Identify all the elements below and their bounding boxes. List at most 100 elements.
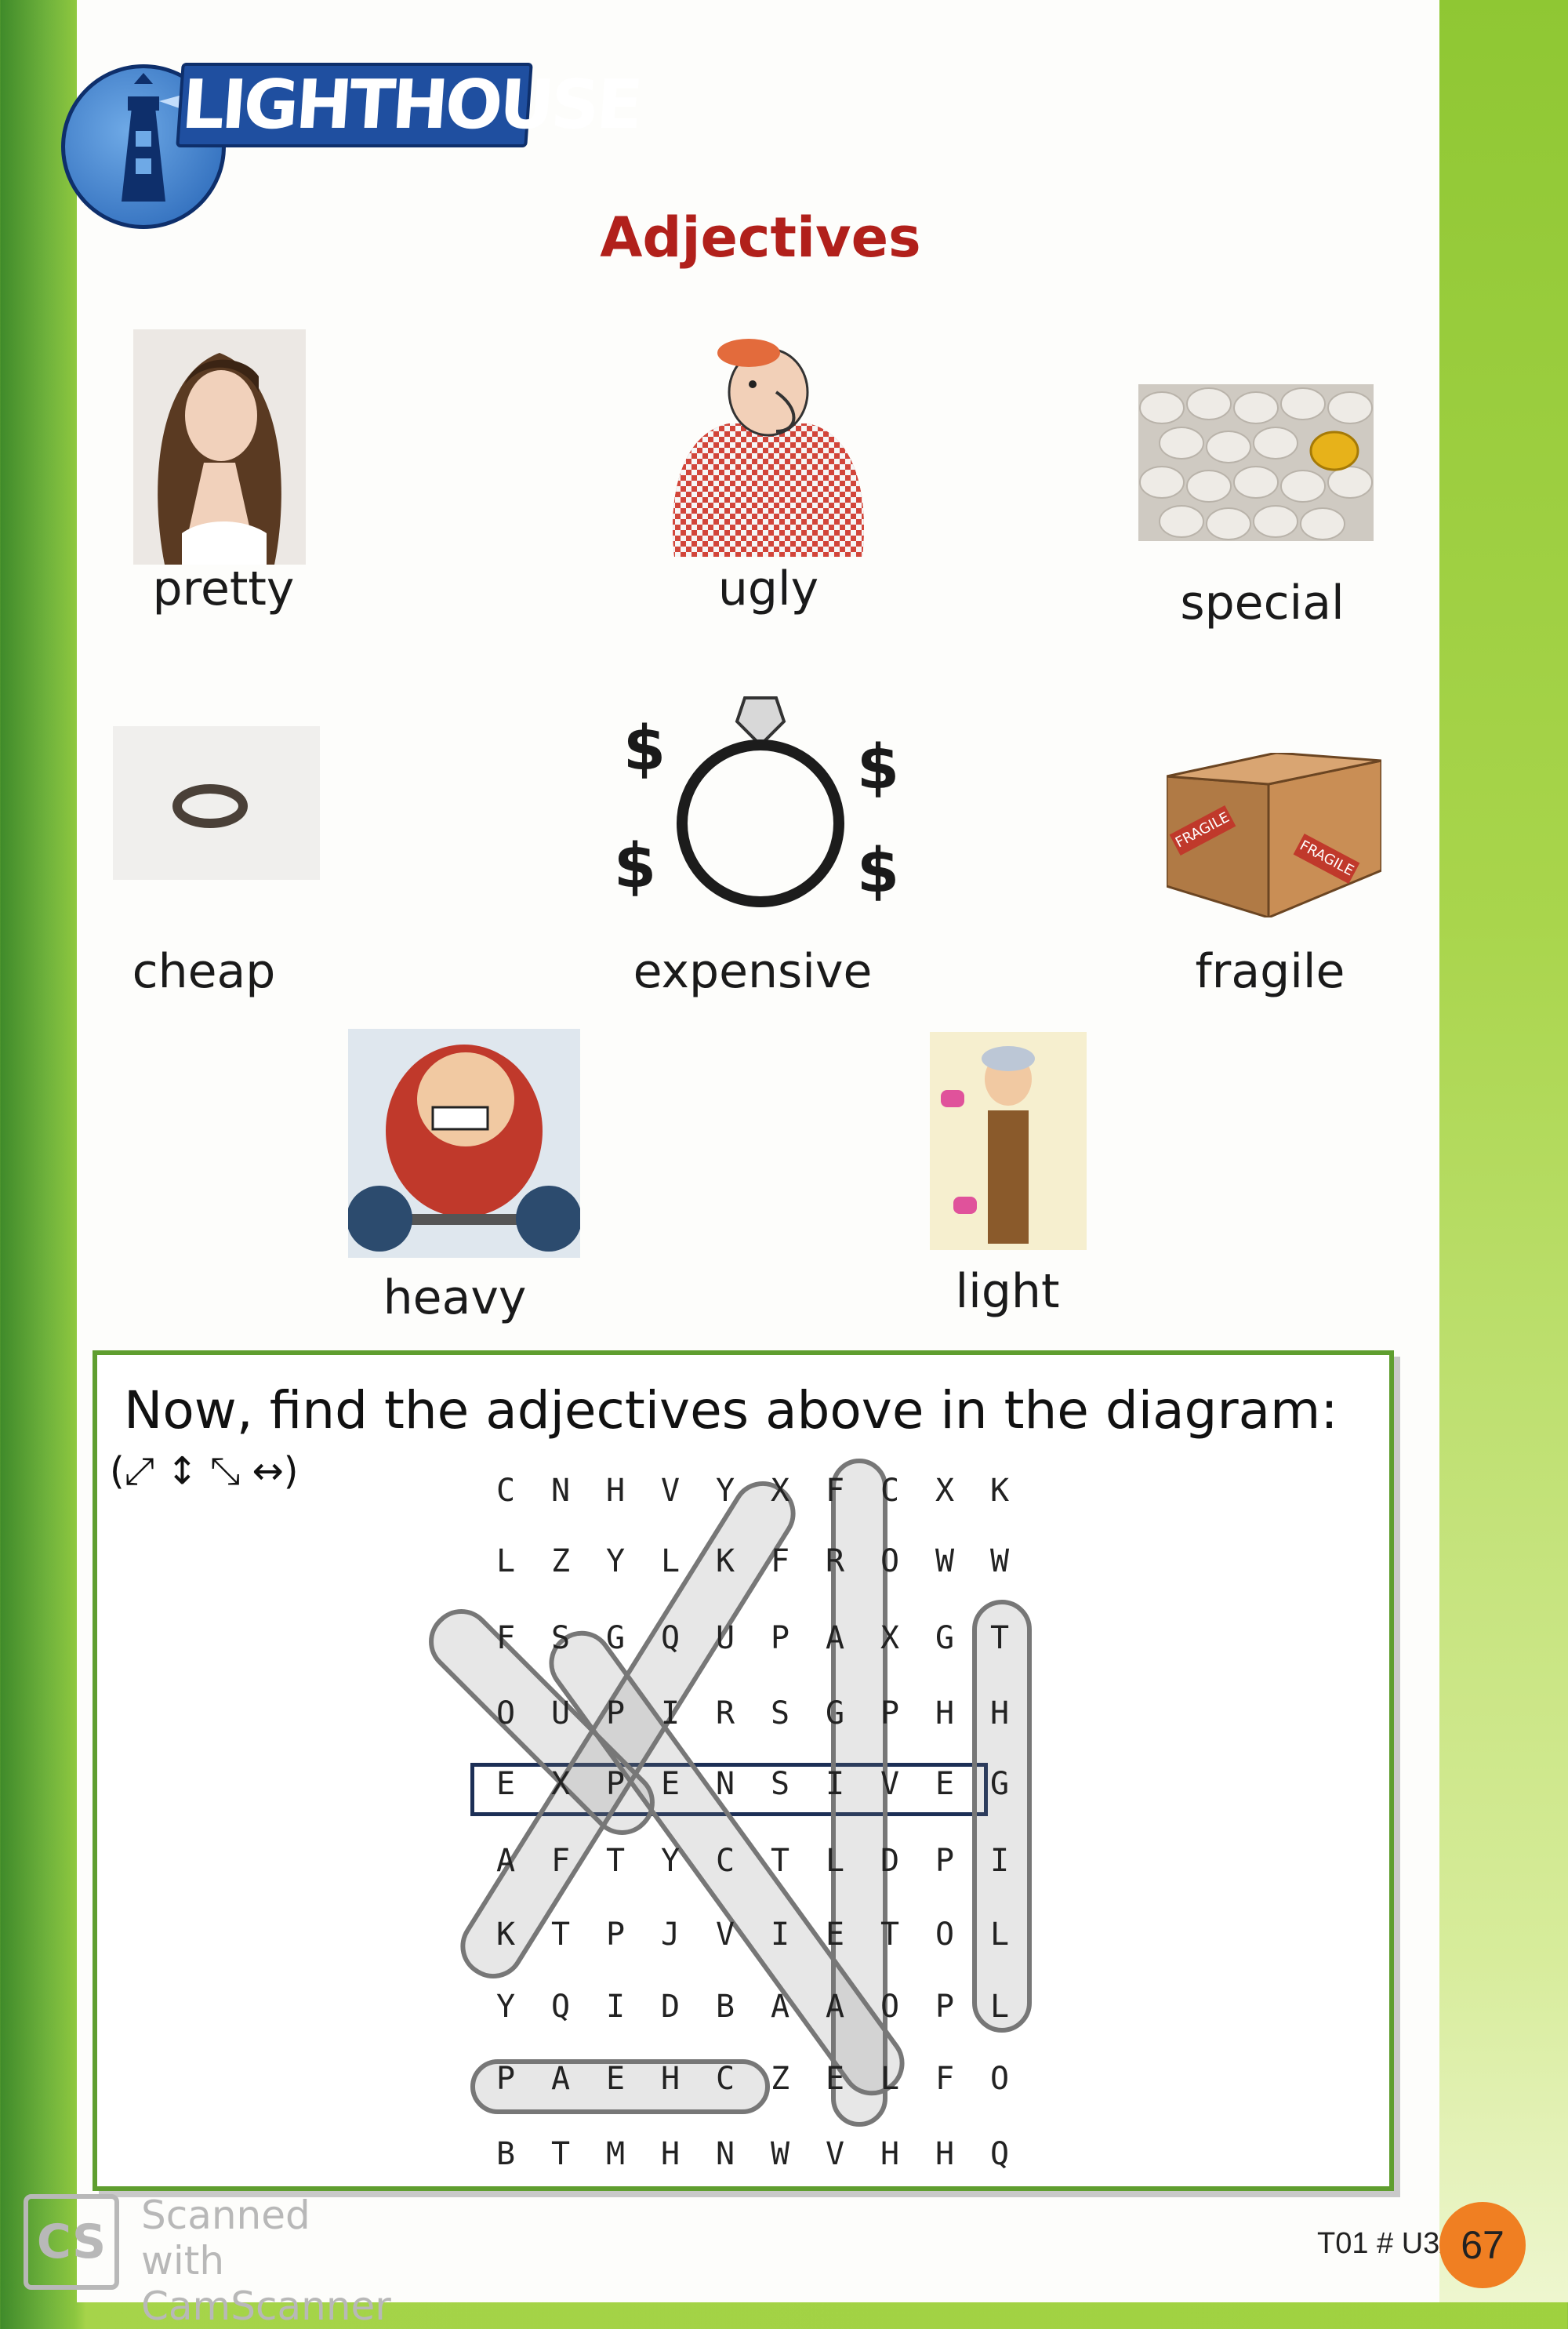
grid-letter: F [495,1620,516,1656]
grid-letter: H [660,2136,681,2172]
grid-letter: W [770,2136,790,2172]
grid-letter: F [935,2061,955,2097]
grid-letter: L [880,2061,900,2097]
grid-letter: R [715,1695,735,1731]
grid-letter: Y [495,1989,516,2025]
grid-letter: S [550,1620,571,1656]
grid-letter: V [715,1917,735,1953]
grid-letter: F [550,1843,571,1879]
grid-letter: D [660,1989,681,2025]
grid-letter: K [989,1473,1010,1509]
watermark-line-1: Scanned with [141,2193,310,2284]
grid-letter: I [989,1843,1010,1879]
grid-letter: G [989,1766,1010,1802]
grid-letter: E [825,1917,845,1953]
pretty-woman-picture [133,329,306,565]
dollar-sign-3: $ [613,831,657,902]
cheap-ring-picture [113,726,320,880]
grid-letter: S [770,1766,790,1802]
grid-letter: F [825,1473,845,1509]
grid-letter: X [770,1473,790,1509]
grid-letter: Z [550,1543,571,1579]
grid-letter: H [935,1695,955,1731]
grid-letter: L [825,1843,845,1879]
grid-letter: W [989,1543,1010,1579]
grid-letter: J [660,1917,681,1953]
page-title: Adjectives [600,205,921,270]
grid-letter: T [989,1620,1010,1656]
grid-letter: N [550,1473,571,1509]
grid-letter: T [550,1917,571,1953]
grid-letter: E [825,2061,845,2097]
grid-letter: G [825,1695,845,1731]
dollar-sign-4: $ [856,836,900,907]
grid-letter: G [605,1620,626,1656]
grid-letter: K [715,1543,735,1579]
direction-hints: (⤢ ↕ ⤡ ↔) [110,1449,299,1493]
grid-letter: E [495,1766,516,1802]
grid-letter: H [660,2061,681,2097]
grid-letter: P [605,1917,626,1953]
watermark-line-2: CamScanner [141,2284,391,2329]
grid-letter: Y [660,1843,681,1879]
grid-letter: E [605,2061,626,2097]
grid-letter: D [880,1843,900,1879]
grid-letter: Y [605,1543,626,1579]
grid-letter: E [660,1766,681,1802]
dollar-sign-2: $ [856,732,900,803]
grid-letter: C [715,2061,735,2097]
grid-letter: Q [989,2136,1010,2172]
grid-letter: H [605,1473,626,1509]
grid-letter: P [935,1843,955,1879]
grid-letter: H [989,1695,1010,1731]
grid-letter: I [770,1917,790,1953]
grid-letter: P [935,1989,955,2025]
grid-letter: L [495,1543,516,1579]
grid-letter: F [770,1543,790,1579]
grid-letter: Q [550,1989,571,2025]
grid-letter: A [550,2061,571,2097]
weightlifter-picture [348,1029,580,1258]
grid-letter: P [495,2061,516,2097]
grid-letter: L [660,1543,681,1579]
grid-letter: T [605,1843,626,1879]
fragile-box-picture: FRAGILE FRAGILE [1167,753,1381,917]
grid-letter: U [715,1620,735,1656]
page-edge [1439,0,1568,2302]
grid-letter: Z [770,2061,790,2097]
grid-letter: O [880,1543,900,1579]
grid-letter: K [495,1917,516,1953]
grid-letter: A [825,1620,845,1656]
diamond-ring-icon [677,696,844,907]
grid-letter: I [825,1766,845,1802]
grid-letter: L [989,1917,1010,1953]
grid-letter: O [495,1695,516,1731]
word-pretty: pretty [152,561,295,616]
grid-letter: U [550,1695,571,1731]
grid-letter: O [989,2061,1010,2097]
grid-letter: G [935,1620,955,1656]
grid-letter: N [715,1766,735,1802]
grid-letter: B [715,1989,735,2025]
grid-letter: L [989,1989,1010,2025]
grid-letter: Y [715,1473,735,1509]
grid-letter: E [935,1766,955,1802]
grid-letter: R [825,1543,845,1579]
lighthouse-logo: LIGHTHOUSE [61,56,642,229]
grid-letter: S [770,1695,790,1731]
grid-letter: X [935,1473,955,1509]
grid-letter: X [880,1620,900,1656]
grid-letter: Q [660,1620,681,1656]
grid-letter: I [660,1695,681,1731]
word-cheap: cheap [132,944,276,999]
grid-letter: H [880,2136,900,2172]
grid-letter: P [605,1766,626,1802]
grid-letter: V [660,1473,681,1509]
ugly-woman-picture [673,339,864,557]
dollar-sign-1: $ [622,714,666,784]
grid-letter: V [825,2136,845,2172]
word-expensive: expensive [633,944,873,999]
logo-wordmark: LIGHTHOUSE [176,63,642,147]
page-number: 67 [1439,2202,1526,2288]
grid-letter: I [605,1989,626,2025]
